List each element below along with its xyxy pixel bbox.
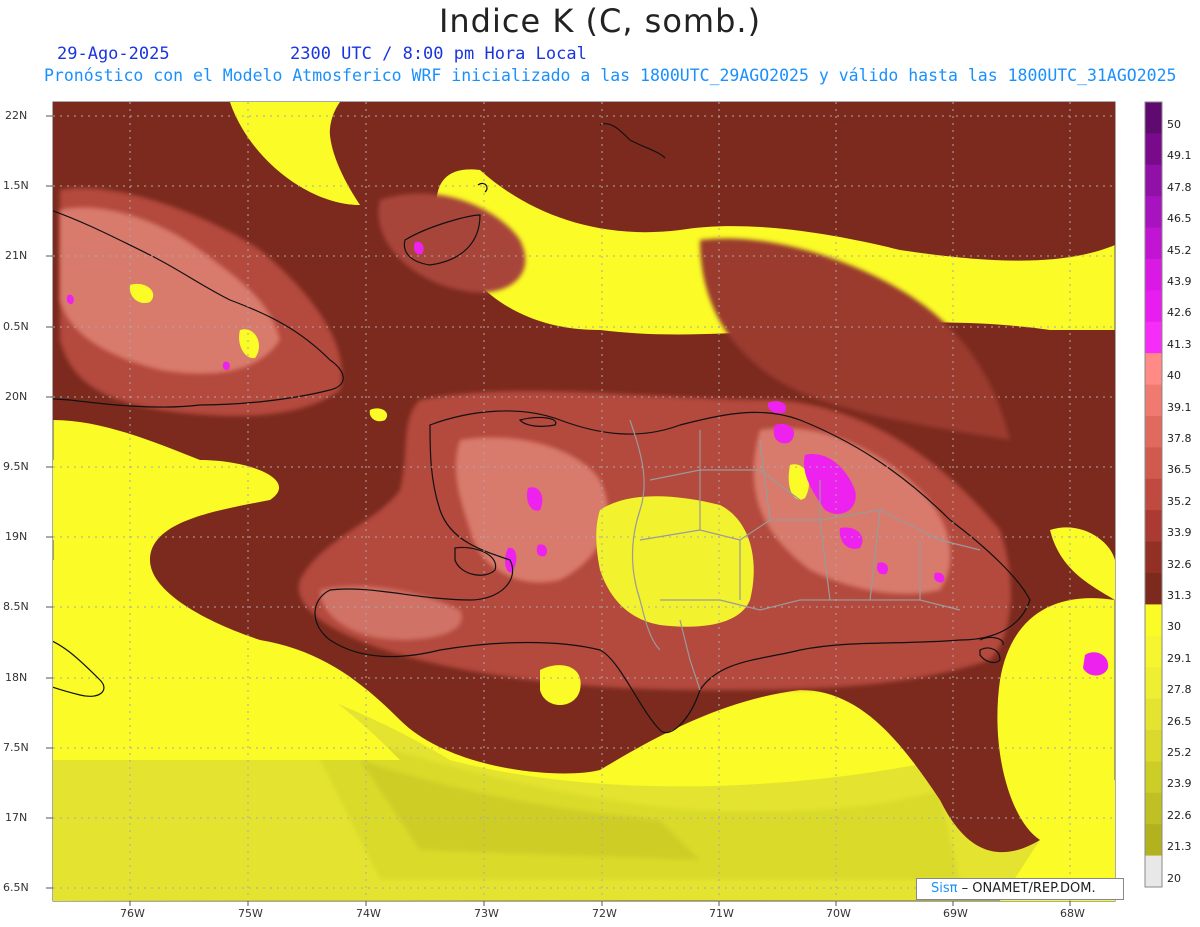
- colorbar-swatch: [1145, 510, 1162, 543]
- colorbar-swatch: [1145, 698, 1162, 731]
- colorbar-swatch: [1145, 321, 1162, 354]
- colorbar-label: 30: [1167, 620, 1181, 634]
- colorbar-label: 50: [1167, 118, 1181, 131]
- lat-label: 7.5N: [3, 741, 29, 754]
- colorbar-swatch: [1145, 604, 1162, 637]
- colorbar-label: 46.5: [1167, 212, 1192, 226]
- colorbar-swatch: [1145, 541, 1162, 574]
- colorbar-swatch: [1145, 102, 1162, 134]
- colorbar-swatch: [1145, 824, 1162, 857]
- colorbar-label: 26.5: [1167, 714, 1192, 728]
- colorbar-label: 32.6: [1167, 557, 1192, 571]
- colorbar-label: 49.1: [1167, 149, 1192, 163]
- lon-label: 73W: [474, 907, 499, 920]
- colorbar-label: 27.8: [1167, 683, 1192, 697]
- k-index-map: [46, 101, 1163, 906]
- colorbar-label: 41.3: [1167, 337, 1192, 351]
- colorbar-label: 39.1: [1167, 400, 1192, 414]
- colorbar-swatch: [1145, 164, 1162, 197]
- lon-label: 75W: [238, 907, 263, 920]
- colorbar-swatch: [1145, 667, 1162, 700]
- colorbar: [1144, 101, 1163, 888]
- colorbar-swatch: [1145, 792, 1162, 825]
- lon-label: 69W: [943, 907, 968, 920]
- colorbar-swatch: [1145, 761, 1162, 794]
- colorbar-label: 20: [1167, 871, 1181, 885]
- lat-label: 8.5N: [3, 600, 29, 613]
- colorbar-swatch: [1145, 227, 1162, 260]
- lat-label: 0.5N: [3, 320, 29, 333]
- colorbar-label: 36.5: [1167, 463, 1192, 477]
- colorbar-label: 22.6: [1167, 808, 1192, 822]
- colorbar-label: 23.9: [1167, 777, 1192, 791]
- colorbar-swatch: [1145, 353, 1162, 386]
- colorbar-swatch: [1145, 416, 1162, 448]
- magenta-cell: [222, 361, 230, 371]
- colorbar-swatch: [1145, 290, 1162, 323]
- colorbar-label: 43.9: [1167, 275, 1192, 288]
- colorbar-swatch: [1145, 447, 1162, 480]
- lat-label: 18N: [5, 671, 28, 684]
- lon-label: 70W: [826, 907, 851, 920]
- colorbar-label: 47.8: [1167, 180, 1192, 194]
- lon-label: 71W: [709, 907, 734, 920]
- colorbar-label: 29.1: [1167, 651, 1192, 665]
- colorbar-label: 25.2: [1167, 746, 1192, 759]
- colorbar-swatch: [1145, 384, 1162, 417]
- colorbar-swatch: [1145, 259, 1162, 291]
- colorbar-swatch: [1145, 635, 1162, 668]
- colorbar-swatch: [1145, 478, 1162, 511]
- lat-label: 9.5N: [3, 460, 29, 473]
- lat-label: 20N: [5, 390, 28, 403]
- colorbar-swatch: [1145, 730, 1162, 762]
- credit-box: Sisπ – ONAMET/REP.DOM.: [916, 878, 1124, 900]
- colorbar-swatch: [1145, 133, 1162, 166]
- colorbar-label: 21.3: [1167, 840, 1192, 854]
- lat-label: 19N: [5, 530, 28, 543]
- lon-label: 74W: [356, 907, 381, 920]
- colorbar-label: 31.3: [1167, 589, 1192, 602]
- lat-label: 21N: [5, 249, 28, 262]
- lon-label: 68W: [1060, 907, 1085, 920]
- colorbar-label: 33.9: [1167, 526, 1192, 540]
- lat-label: 22N: [5, 109, 28, 122]
- sispi-logo: Sisπ: [931, 881, 958, 896]
- colorbar-label: 37.8: [1167, 432, 1192, 445]
- colorbar-label: 35.2: [1167, 494, 1192, 508]
- lat-label: 6.5N: [3, 881, 29, 894]
- colorbar-swatch: [1145, 196, 1162, 229]
- lat-label: 1.5N: [3, 179, 29, 192]
- colorbar-label: 42.6: [1167, 306, 1192, 320]
- colorbar-swatch: [1145, 573, 1162, 605]
- lon-label: 72W: [592, 907, 617, 920]
- credit-org: – ONAMET/REP.DOM.: [961, 881, 1096, 896]
- colorbar-label: 40: [1167, 369, 1181, 383]
- colorbar-swatch: [1145, 855, 1162, 888]
- lon-label: 76W: [120, 907, 145, 920]
- yellow-patch-1: [540, 665, 581, 705]
- colorbar-label: 45.2: [1167, 243, 1192, 257]
- lat-label: 17N: [5, 811, 28, 824]
